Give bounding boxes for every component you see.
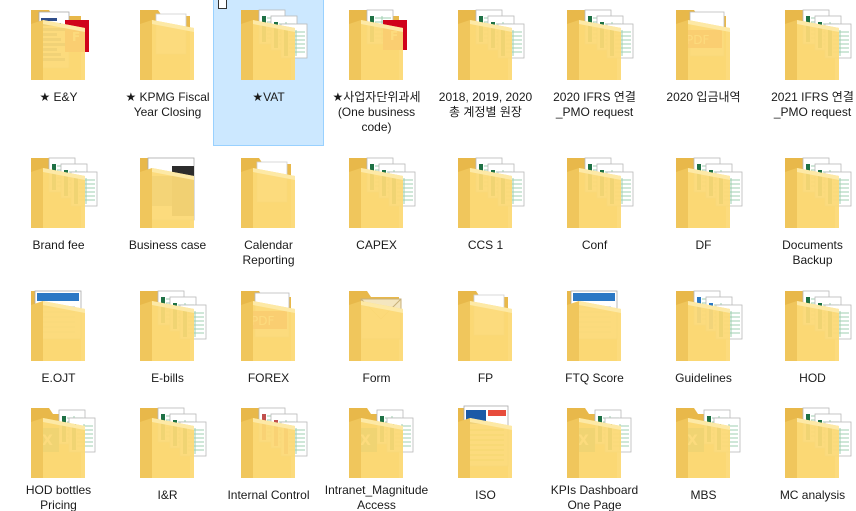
folder-label: Intranet_Magnitude Access xyxy=(324,482,429,511)
folder-item[interactable]: PDF 2020 입금내역 xyxy=(649,0,758,145)
folder-label: 2018, 2019, 2020 총 계정별 원장 xyxy=(438,90,533,119)
folder-label: Documents Backup xyxy=(782,238,843,267)
folder-icon xyxy=(446,152,526,232)
folder-label: HOD bottles Pricing xyxy=(25,482,92,511)
folder-label: Conf xyxy=(581,238,608,252)
folder-label: 2021 IFRS 연결_PMO request xyxy=(771,90,854,119)
folder-icon xyxy=(229,402,309,482)
folder-item[interactable]: ISO xyxy=(431,398,540,511)
folder-item[interactable]: X HOD bottles Pricing xyxy=(4,398,113,511)
folder-icon xyxy=(446,4,526,84)
folder-label: MC analysis xyxy=(779,488,846,502)
folder-label: ★ KPMG Fiscal Year Closing xyxy=(125,90,210,119)
folder-icon xyxy=(773,285,853,365)
folder-icon xyxy=(773,402,853,482)
folder-icon xyxy=(773,152,853,232)
folder-item[interactable]: F ★사업자단위과세(One business code) xyxy=(322,0,431,145)
folder-label: ★VAT xyxy=(252,90,285,104)
folder-item[interactable]: X MBS xyxy=(649,398,758,511)
folder-label: ISO xyxy=(475,488,496,502)
folder-icon xyxy=(555,285,635,365)
folder-label: E.OJT xyxy=(41,371,76,385)
folder-label: I&R xyxy=(157,488,178,502)
folder-icon: PDF xyxy=(229,285,309,365)
folder-item[interactable]: FP xyxy=(431,281,540,406)
folder-item[interactable]: I&R xyxy=(113,398,222,511)
folder-label: KPIs Dashboard One Page xyxy=(550,482,639,511)
folder-icon xyxy=(128,402,208,482)
folder-icon xyxy=(446,402,526,482)
folder-label: DF xyxy=(695,238,712,252)
folder-icon xyxy=(337,285,417,365)
folder-label: CCS 1 xyxy=(467,238,504,252)
folder-label: FOREX xyxy=(247,371,290,385)
folder-label: FTQ Score xyxy=(565,371,624,385)
folder-icon xyxy=(19,152,99,232)
folder-item[interactable]: HOD xyxy=(758,281,856,406)
folder-label: Brand fee xyxy=(32,238,85,252)
folder-item[interactable]: Conf xyxy=(540,148,649,273)
folder-item[interactable]: 2018, 2019, 2020 총 계정별 원장 xyxy=(431,0,540,145)
selection-checkbox[interactable] xyxy=(218,0,227,9)
folder-label: Guidelines xyxy=(675,371,732,385)
folder-label: Calendar Reporting xyxy=(242,238,295,267)
folder-label: ★사업자단위과세(One business code) xyxy=(332,90,421,134)
folder-icon xyxy=(128,4,208,84)
folder-item[interactable]: MC analysis xyxy=(758,398,856,511)
folder-item[interactable]: Calendar Reporting xyxy=(214,148,323,273)
folder-icon: X xyxy=(19,402,99,478)
folder-item[interactable]: E.OJT xyxy=(4,281,113,406)
folder-item[interactable]: CAPEX xyxy=(322,148,431,273)
folder-label: MBS xyxy=(690,488,717,502)
folder-label: ★ E&Y xyxy=(39,90,78,104)
folder-item[interactable]: CCS 1 xyxy=(431,148,540,273)
folder-item[interactable]: Business case xyxy=(113,148,222,273)
folder-item[interactable]: Internal Control xyxy=(214,398,323,511)
folder-icon: X xyxy=(664,402,744,482)
folder-item[interactable]: X KPIs Dashboard One Page xyxy=(540,398,649,511)
folder-label: FP xyxy=(477,371,494,385)
folder-icon xyxy=(229,152,309,232)
folder-label: Form xyxy=(362,371,391,385)
folder-icon xyxy=(337,152,417,232)
folder-icon xyxy=(664,152,744,232)
folder-item[interactable]: 2021 IFRS 연결_PMO request xyxy=(758,0,856,145)
folder-item[interactable]: Form xyxy=(322,281,431,406)
folder-icon xyxy=(229,4,309,84)
folder-icon xyxy=(19,285,99,365)
folder-item[interactable]: DF xyxy=(649,148,758,273)
folder-item[interactable]: X Intranet_Magnitude Access xyxy=(322,398,431,511)
folder-label: HOD xyxy=(799,371,826,385)
folder-item[interactable]: ★VAT xyxy=(213,0,324,146)
folder-label: 2020 입금내역 xyxy=(666,90,741,104)
folder-icon xyxy=(446,285,526,365)
folder-item[interactable]: 2020 IFRS 연결_PMO request xyxy=(540,0,649,145)
folder-item[interactable]: F ★ E&Y xyxy=(4,0,113,145)
folder-icon xyxy=(664,285,744,365)
folder-label: Internal Control xyxy=(227,488,310,502)
folder-icon: F xyxy=(337,4,417,84)
folder-item[interactable]: Guidelines xyxy=(649,281,758,406)
folder-item[interactable]: ★ KPMG Fiscal Year Closing xyxy=(113,0,222,145)
folder-icon xyxy=(773,4,853,84)
folder-icon: X xyxy=(337,402,417,478)
folder-icon: F xyxy=(19,4,99,84)
folder-item[interactable]: FTQ Score xyxy=(540,281,649,406)
folder-label: Business case xyxy=(128,238,207,252)
folder-icon: PDF xyxy=(664,4,744,84)
folder-label: CAPEX xyxy=(356,238,397,252)
folder-icon xyxy=(128,152,208,232)
folder-icon xyxy=(555,4,635,84)
folder-item[interactable]: E-bills xyxy=(113,281,222,406)
file-grid: F ★ E&Y ★ KPMG Fiscal Year Closing ★VAT … xyxy=(0,0,856,511)
folder-label: 2020 IFRS 연결_PMO request xyxy=(553,90,636,119)
folder-item[interactable]: PDF FOREX xyxy=(214,281,323,406)
folder-item[interactable]: Documents Backup xyxy=(758,148,856,273)
folder-icon xyxy=(555,152,635,232)
folder-icon xyxy=(128,285,208,365)
folder-item[interactable]: Brand fee xyxy=(4,148,113,273)
folder-icon: X xyxy=(555,402,635,478)
folder-label: E-bills xyxy=(151,371,184,385)
